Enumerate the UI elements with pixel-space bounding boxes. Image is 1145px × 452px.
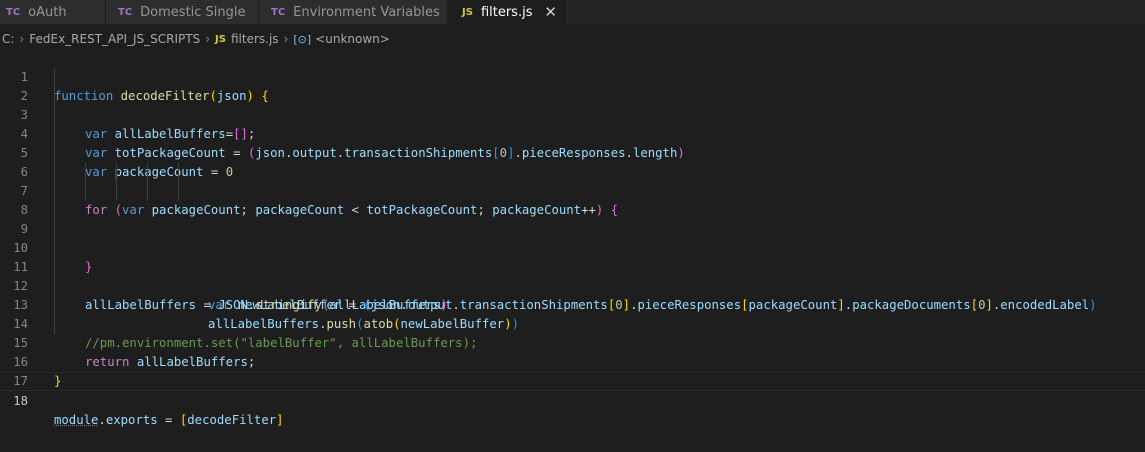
token: decodeFilter bbox=[187, 413, 277, 427]
indent-guide bbox=[116, 163, 117, 182]
code-line[interactable]: 3 var totPackageCount = (json.output.tra… bbox=[0, 87, 1145, 160]
code-line[interactable]: 2 var allLabelBuffers=[]; bbox=[0, 68, 1145, 141]
code-editor[interactable]: 1 function decodeFilter(json) { 2 var al… bbox=[0, 49, 1145, 427]
indent-guide bbox=[116, 182, 117, 201]
code-line[interactable]: 13 //pm.environment.set("labelBuffer", a… bbox=[0, 277, 1145, 350]
tab-domestic-single[interactable]: TC Domestic Single bbox=[106, 0, 259, 24]
code-line[interactable]: 7 var newLabelBuffer = (json.output.tran… bbox=[0, 163, 1145, 312]
tab-label: oAuth bbox=[28, 4, 67, 20]
indent-guide bbox=[54, 182, 55, 201]
code-line-current[interactable]: 18 module.exports = [decodeFilter] bbox=[0, 372, 1145, 427]
chevron-right-icon: › bbox=[283, 32, 289, 46]
indent-guide bbox=[54, 106, 55, 125]
symbol-variable-icon: [⊙] bbox=[293, 32, 312, 46]
breadcrumb: C: › FedEx_REST_API_JS_SCRIPTS › JS filt… bbox=[0, 29, 1145, 49]
indent-guide bbox=[54, 163, 55, 182]
code-line[interactable]: 12 bbox=[0, 258, 1145, 293]
token: = bbox=[157, 413, 180, 427]
indent-guide bbox=[54, 239, 55, 258]
indent-guide bbox=[147, 163, 148, 182]
tab-label: Domestic Single bbox=[140, 4, 246, 20]
postman-collection-icon: TC bbox=[118, 6, 133, 18]
breadcrumb-root[interactable]: C: bbox=[2, 32, 14, 46]
indent-guide bbox=[54, 68, 55, 87]
indent-guide bbox=[178, 163, 179, 182]
indent-guide bbox=[54, 87, 55, 106]
code-line[interactable]: 10 bbox=[0, 220, 1145, 255]
tab-label: Environment Variables bbox=[293, 4, 440, 20]
indent-guide bbox=[85, 163, 86, 182]
editor-tab-bar: TC oAuth TC Domestic Single TC Environme… bbox=[0, 0, 1145, 24]
tab-environment-variables[interactable]: TC Environment Variables bbox=[259, 0, 448, 24]
indent-guide bbox=[178, 182, 179, 201]
chevron-right-icon: › bbox=[19, 32, 25, 46]
close-icon[interactable]: ✕ bbox=[544, 3, 557, 21]
token: ] bbox=[276, 413, 284, 427]
code-line[interactable]: 5 bbox=[0, 125, 1145, 160]
indent-guide bbox=[54, 125, 55, 144]
line-code: module.exports = [decodeFilter] bbox=[54, 411, 284, 430]
indent-guide bbox=[147, 182, 148, 201]
indent-guide bbox=[54, 258, 55, 277]
postman-collection-icon: TC bbox=[6, 6, 21, 18]
indent-guide bbox=[54, 201, 55, 220]
breadcrumb-file[interactable]: filters.js bbox=[231, 32, 279, 46]
indent-guide bbox=[54, 315, 55, 334]
token: exports bbox=[105, 413, 158, 427]
indent-guide bbox=[54, 277, 55, 296]
code-line[interactable]: 6 for (var packageCount; packageCount < … bbox=[0, 144, 1145, 217]
postman-collection-icon: TC bbox=[271, 6, 286, 18]
code-line[interactable]: 4 var packageCount = 0 bbox=[0, 106, 1145, 179]
breadcrumb-symbol[interactable]: <unknown> bbox=[315, 32, 390, 46]
code-line[interactable]: 15 bbox=[0, 315, 1145, 350]
indent-guide bbox=[54, 220, 55, 239]
tab-oauth[interactable]: TC oAuth bbox=[0, 0, 106, 24]
token: . bbox=[98, 413, 106, 427]
code-line[interactable]: 16 } bbox=[0, 334, 1145, 388]
code-line[interactable]: 8 allLabelBuffers.push(atob(newLabelBuff… bbox=[0, 182, 1145, 331]
breadcrumb-folder[interactable]: FedEx_REST_API_JS_SCRIPTS bbox=[29, 32, 200, 46]
indent-guide bbox=[85, 182, 86, 201]
chevron-right-icon: › bbox=[205, 32, 211, 46]
code-line[interactable]: 9 } bbox=[0, 201, 1145, 274]
code-line[interactable]: 14 return allLabelBuffers; bbox=[0, 296, 1145, 369]
tab-label: filters.js bbox=[480, 4, 533, 20]
indent-guide bbox=[54, 144, 55, 163]
javascript-file-icon: JS bbox=[215, 33, 226, 45]
javascript-file-icon: JS bbox=[462, 6, 473, 18]
code-line[interactable]: 17 bbox=[0, 353, 1145, 388]
indent-guide bbox=[54, 296, 55, 315]
token: module bbox=[54, 413, 99, 427]
line-number: 18 bbox=[13, 394, 28, 408]
code-line[interactable]: 1 function decodeFilter(json) { bbox=[0, 49, 1145, 103]
code-line[interactable]: 11 allLabelBuffers = JSON.stringify(allL… bbox=[0, 239, 1145, 312]
tab-filters-js[interactable]: JS filters.js ✕ bbox=[448, 0, 566, 24]
